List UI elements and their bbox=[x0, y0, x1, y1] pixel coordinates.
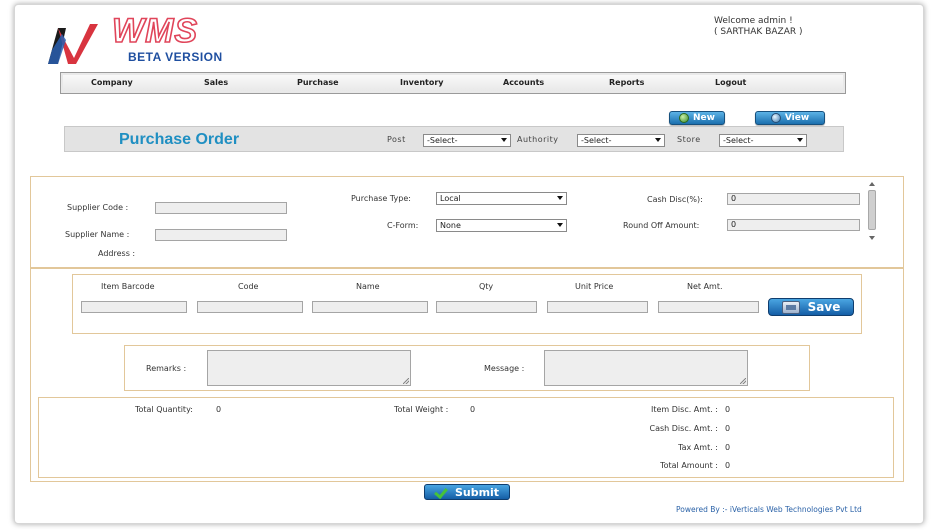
save-button-label: Save bbox=[807, 300, 841, 314]
menu-item-purchase[interactable]: Purchase bbox=[297, 78, 339, 87]
item-unit-price-input[interactable] bbox=[547, 301, 648, 313]
remarks-label: Remarks : bbox=[146, 364, 187, 373]
scroll-up-icon[interactable] bbox=[869, 182, 875, 186]
logo-wordmark: WMS bbox=[111, 11, 199, 51]
column-item-barcode: Item Barcode bbox=[101, 282, 155, 291]
column-unit-price: Unit Price bbox=[575, 282, 614, 291]
cash-disc-amt-label: Cash Disc. Amt. : bbox=[649, 424, 719, 433]
total-quantity-value: 0 bbox=[216, 405, 222, 414]
welcome-message: Welcome admin ! ( SARTHAK BAZAR ) bbox=[714, 16, 802, 38]
welcome-text: Welcome admin ! bbox=[714, 16, 793, 26]
round-off-input[interactable]: 0 bbox=[727, 219, 860, 231]
post-select[interactable]: -Select- bbox=[423, 134, 511, 147]
add-icon bbox=[679, 113, 690, 123]
cform-label: C-Form: bbox=[387, 221, 419, 230]
cash-disc-amt-value: 0 bbox=[725, 424, 731, 433]
authority-select[interactable]: -Select- bbox=[577, 134, 665, 147]
tax-amt-label: Tax Amt. : bbox=[678, 443, 718, 452]
view-icon bbox=[770, 113, 781, 123]
cash-disc-label: Cash Disc(%): bbox=[647, 195, 703, 204]
supplier-name-input[interactable] bbox=[155, 229, 287, 241]
chevron-down-icon bbox=[655, 138, 661, 142]
cash-disc-input[interactable]: 0 bbox=[727, 193, 860, 205]
menu-item-accounts[interactable]: Accounts bbox=[503, 78, 544, 87]
main-menu: Company Sales Purchase Inventory Account… bbox=[60, 72, 846, 94]
supplier-scrollbar[interactable] bbox=[866, 180, 878, 242]
remarks-textarea[interactable] bbox=[207, 350, 411, 386]
menu-item-company[interactable]: Company bbox=[91, 78, 133, 87]
post-label: Post bbox=[387, 135, 406, 144]
cform-value: None bbox=[440, 221, 461, 230]
item-name-input[interactable] bbox=[312, 301, 428, 313]
new-button[interactable]: New bbox=[669, 111, 725, 125]
column-name: Name bbox=[356, 282, 380, 291]
chevron-down-icon bbox=[557, 196, 563, 200]
store-select-value: -Select- bbox=[723, 136, 754, 145]
item-net-amt-input[interactable] bbox=[658, 301, 759, 313]
title-bar: Purchase Order Post -Select- Authority -… bbox=[64, 126, 844, 152]
item-code-input[interactable] bbox=[197, 301, 303, 313]
round-off-label: Round Off Amount: bbox=[623, 221, 700, 230]
item-disc-label: Item Disc. Amt. : bbox=[651, 405, 718, 414]
logo-subtitle: BETA VERSION bbox=[128, 50, 223, 64]
column-net-amt: Net Amt. bbox=[687, 282, 723, 291]
submit-button[interactable]: Submit bbox=[424, 484, 510, 500]
item-qty-input[interactable] bbox=[436, 301, 537, 313]
purchase-type-value: Local bbox=[440, 194, 461, 203]
message-textarea[interactable] bbox=[544, 350, 748, 386]
check-icon bbox=[435, 486, 449, 498]
item-barcode-input[interactable] bbox=[81, 301, 187, 313]
column-code: Code bbox=[238, 282, 259, 291]
wms-logo-icon bbox=[48, 24, 98, 64]
column-qty: Qty bbox=[479, 282, 494, 291]
purchase-type-select[interactable]: Local bbox=[436, 192, 567, 205]
chevron-down-icon bbox=[501, 138, 507, 142]
menu-item-logout[interactable]: Logout bbox=[715, 78, 746, 87]
tax-amt-value: 0 bbox=[725, 443, 731, 452]
post-select-value: -Select- bbox=[427, 136, 458, 145]
store-select[interactable]: -Select- bbox=[719, 134, 807, 147]
submit-button-label: Submit bbox=[454, 485, 500, 499]
total-weight-value: 0 bbox=[470, 405, 476, 414]
total-quantity-label: Total Quantity: bbox=[135, 405, 193, 414]
authority-label: Authority bbox=[517, 135, 559, 144]
authority-select-value: -Select- bbox=[581, 136, 612, 145]
view-button[interactable]: View bbox=[755, 111, 825, 125]
new-button-label: New bbox=[693, 113, 715, 123]
supplier-code-label: Supplier Code : bbox=[67, 203, 129, 212]
save-button[interactable]: Save bbox=[768, 298, 854, 316]
powered-by: Powered By :- iVerticals Web Technologie… bbox=[676, 505, 862, 514]
message-label: Message : bbox=[484, 364, 525, 373]
scroll-thumb[interactable] bbox=[868, 190, 876, 230]
total-amount-value: 0 bbox=[725, 461, 731, 470]
total-amount-label: Total Amount : bbox=[660, 461, 718, 470]
page-title: Purchase Order bbox=[119, 131, 240, 148]
menu-item-reports[interactable]: Reports bbox=[609, 78, 644, 87]
save-icon bbox=[781, 300, 800, 314]
address-label: Address : bbox=[98, 249, 136, 258]
chevron-down-icon bbox=[797, 138, 803, 142]
menu-item-sales[interactable]: Sales bbox=[204, 78, 228, 87]
cform-select[interactable]: None bbox=[436, 219, 567, 232]
item-disc-value: 0 bbox=[725, 405, 731, 414]
company-name: ( SARTHAK BAZAR ) bbox=[714, 27, 803, 37]
menu-item-inventory[interactable]: Inventory bbox=[400, 78, 444, 87]
purchase-type-label: Purchase Type: bbox=[351, 194, 411, 203]
chevron-down-icon bbox=[557, 223, 563, 227]
view-button-label: View bbox=[784, 113, 810, 123]
store-label: Store bbox=[677, 135, 701, 144]
supplier-name-label: Supplier Name : bbox=[65, 230, 130, 239]
total-weight-label: Total Weight : bbox=[394, 405, 449, 414]
scroll-down-icon[interactable] bbox=[869, 236, 875, 240]
supplier-code-input[interactable] bbox=[155, 202, 287, 214]
